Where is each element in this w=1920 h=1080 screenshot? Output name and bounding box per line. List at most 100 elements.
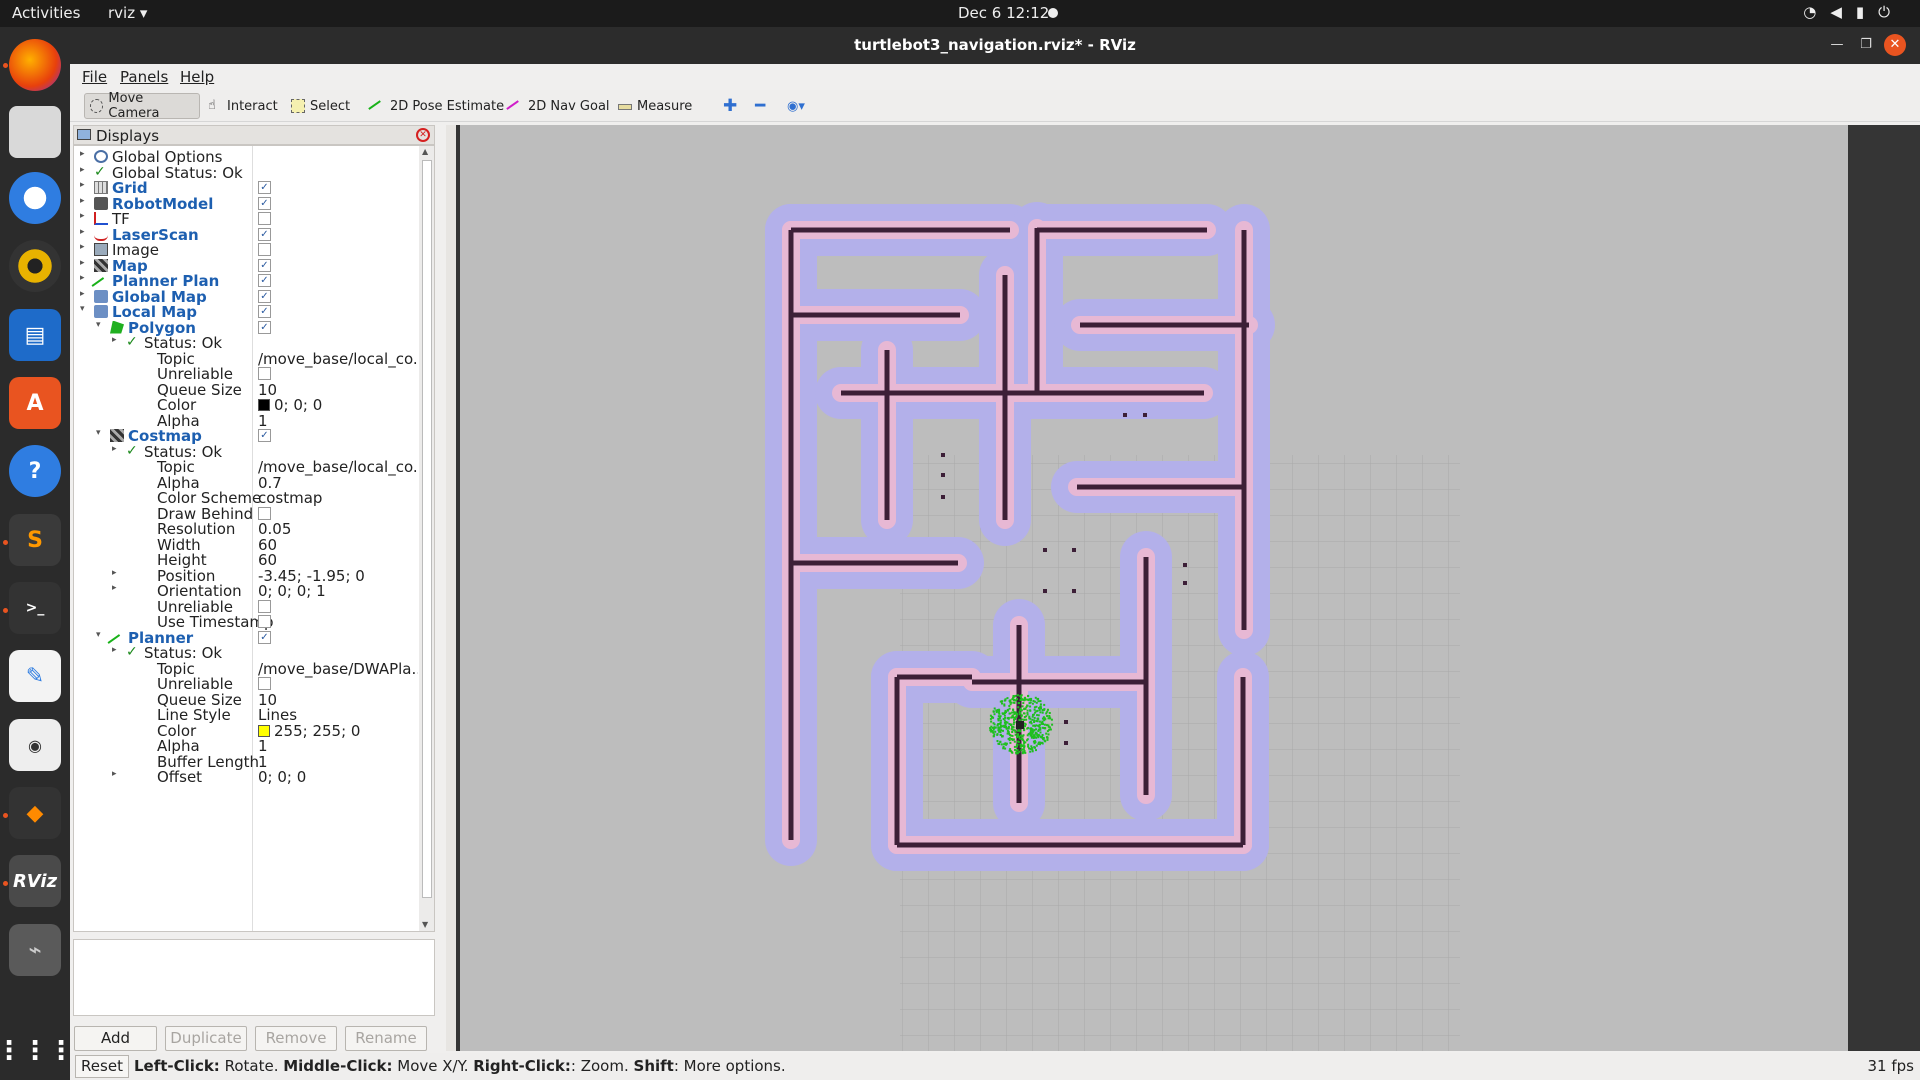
pose-particle — [990, 730, 993, 733]
close-button[interactable]: ✕ — [1884, 34, 1906, 56]
render-view[interactable] — [446, 125, 1920, 1055]
help-icon[interactable]: ? — [9, 445, 61, 497]
menu-file[interactable]: File — [82, 68, 107, 86]
writer-icon[interactable]: ▤ — [9, 309, 61, 361]
show-apps-icon[interactable]: ⋮⋮⋮ — [0, 1025, 74, 1077]
pose-particle — [1044, 718, 1047, 721]
left-splitter[interactable] — [446, 125, 456, 1051]
remove-button[interactable]: Remove — [255, 1026, 337, 1051]
enable-checkbox[interactable] — [258, 243, 271, 256]
thunderbird-icon[interactable] — [9, 172, 61, 224]
pose-particle — [1013, 721, 1015, 724]
display-tree[interactable]: ▸ Global Options ▸ ✓ Global Status: Ok ▸ Grid ✓… — [73, 145, 435, 932]
collapse-arrow-icon[interactable]: ▾ — [96, 428, 101, 438]
expand-arrow-icon[interactable]: ▸ — [112, 568, 117, 578]
reset-button[interactable]: Reset — [75, 1055, 129, 1078]
rename-button[interactable]: Rename — [345, 1026, 427, 1051]
scrollbar-thumb[interactable] — [422, 160, 432, 898]
pose-particle — [1047, 717, 1050, 720]
maximize-button[interactable]: ❐ — [1855, 34, 1877, 56]
rviz-icon[interactable]: RViz — [9, 855, 61, 907]
close-panel-icon[interactable]: ✕ — [416, 128, 430, 142]
expand-arrow-icon[interactable]: ▸ — [112, 583, 117, 593]
add-button[interactable]: Add — [74, 1026, 157, 1051]
measure-button[interactable]: Measure — [613, 93, 697, 119]
collapse-arrow-icon[interactable]: ▾ — [96, 630, 101, 640]
pose-particle — [1034, 732, 1037, 735]
enable-checkbox[interactable]: ✓ — [258, 630, 271, 644]
pose-particle — [1047, 733, 1050, 736]
expand-arrow-icon[interactable]: ▸ — [112, 769, 117, 779]
map-scene[interactable] — [460, 125, 1848, 1055]
tree-scrollbar[interactable]: ▲ ▼ — [419, 146, 434, 931]
tree-row-value[interactable]: 0; 0; 0 — [258, 768, 418, 786]
menu-help[interactable]: Help — [180, 68, 214, 86]
collapse-arrow-icon[interactable]: ▾ — [96, 320, 101, 330]
enable-checkbox[interactable] — [258, 677, 271, 690]
expand-arrow-icon[interactable]: ▸ — [80, 258, 85, 268]
text-editor-icon[interactable]: ✎ — [9, 650, 61, 702]
minimize-button[interactable]: — — [1826, 34, 1848, 56]
menu-panels[interactable]: Panels — [120, 68, 168, 86]
expand-arrow-icon[interactable]: ▸ — [112, 645, 117, 655]
tool-properties-button[interactable]: ◉▾ — [782, 93, 810, 119]
pose-particle — [1024, 707, 1027, 710]
blender-icon[interactable]: ◆ — [9, 787, 61, 839]
duplicate-button[interactable]: Duplicate — [165, 1026, 247, 1051]
expand-arrow-icon[interactable]: ▸ — [80, 227, 85, 237]
expand-arrow-icon[interactable]: ▸ — [112, 444, 117, 454]
expand-arrow-icon[interactable]: ▸ — [80, 273, 85, 283]
obstacle-point — [1072, 589, 1076, 593]
files-icon[interactable] — [9, 106, 61, 158]
pose-particle — [1007, 716, 1010, 719]
scroll-down-icon[interactable]: ▼ — [422, 920, 428, 929]
pose-particle — [1026, 739, 1028, 742]
enable-checkbox[interactable]: ✓ — [258, 258, 271, 272]
pose-particle — [1037, 717, 1040, 720]
select-button[interactable]: Select — [286, 93, 355, 119]
move-camera-button[interactable]: Move Camera — [84, 91, 200, 121]
usb-icon[interactable]: ⌁ — [9, 924, 61, 976]
expand-arrow-icon[interactable]: ▸ — [80, 165, 85, 175]
terminal-icon[interactable]: >_ — [9, 582, 61, 634]
clock[interactable]: Dec 6 12:12 — [958, 4, 1049, 22]
expand-arrow-icon[interactable]: ▸ — [112, 335, 117, 345]
collapse-arrow-icon[interactable]: ▾ — [80, 304, 85, 314]
enable-checkbox[interactable]: ✓ — [258, 181, 271, 194]
scroll-up-icon[interactable]: ▲ — [422, 147, 428, 156]
enable-checkbox[interactable]: ✓ — [258, 320, 271, 334]
enable-checkbox[interactable] — [258, 367, 271, 380]
app-menu[interactable]: rviz ▾ — [108, 4, 147, 22]
nav-goal-button[interactable]: 2D Nav Goal — [504, 93, 615, 120]
map-canvas[interactable] — [460, 125, 1848, 1055]
expand-arrow-icon[interactable]: ▸ — [80, 289, 85, 299]
enable-checkbox[interactable]: ✓ — [258, 305, 271, 318]
expand-arrow-icon[interactable]: ▸ — [80, 149, 85, 159]
enable-checkbox[interactable]: ✓ — [258, 274, 271, 287]
sublime-icon[interactable]: S — [9, 514, 61, 566]
rhythmbox-icon[interactable] — [9, 240, 61, 292]
enable-checkbox[interactable]: ✓ — [258, 429, 271, 442]
activities-button[interactable]: Activities — [12, 4, 80, 22]
expand-arrow-icon[interactable]: ▸ — [80, 242, 85, 252]
interact-button[interactable]: ☝ Interact — [203, 93, 283, 119]
enable-checkbox[interactable] — [258, 599, 271, 613]
enable-checkbox[interactable] — [258, 615, 271, 628]
pose-particle — [1022, 734, 1025, 737]
pose-estimate-button[interactable]: 2D Pose Estimate — [366, 93, 509, 120]
software-icon[interactable]: A — [9, 377, 61, 429]
enable-checkbox[interactable] — [258, 212, 271, 225]
firefox-icon[interactable] — [9, 39, 61, 91]
system-tray[interactable]: ◔◀▮⏻ — [1803, 3, 1904, 21]
add-tool-button[interactable]: ✚ — [718, 93, 742, 119]
expand-arrow-icon[interactable]: ▸ — [80, 211, 85, 221]
expand-arrow-icon[interactable]: ▸ — [80, 196, 85, 206]
enable-checkbox[interactable]: ✓ — [258, 196, 271, 210]
tree-row[interactable]: ▸ Offset 0; 0; 0 — [74, 767, 419, 786]
enable-checkbox[interactable] — [258, 506, 271, 520]
remove-tool-button[interactable]: ━ — [750, 93, 770, 119]
enable-checkbox[interactable]: ✓ — [258, 289, 271, 303]
expand-arrow-icon[interactable]: ▸ — [80, 180, 85, 190]
screenshot-icon[interactable]: ◉ — [9, 719, 61, 771]
enable-checkbox[interactable]: ✓ — [258, 227, 271, 241]
